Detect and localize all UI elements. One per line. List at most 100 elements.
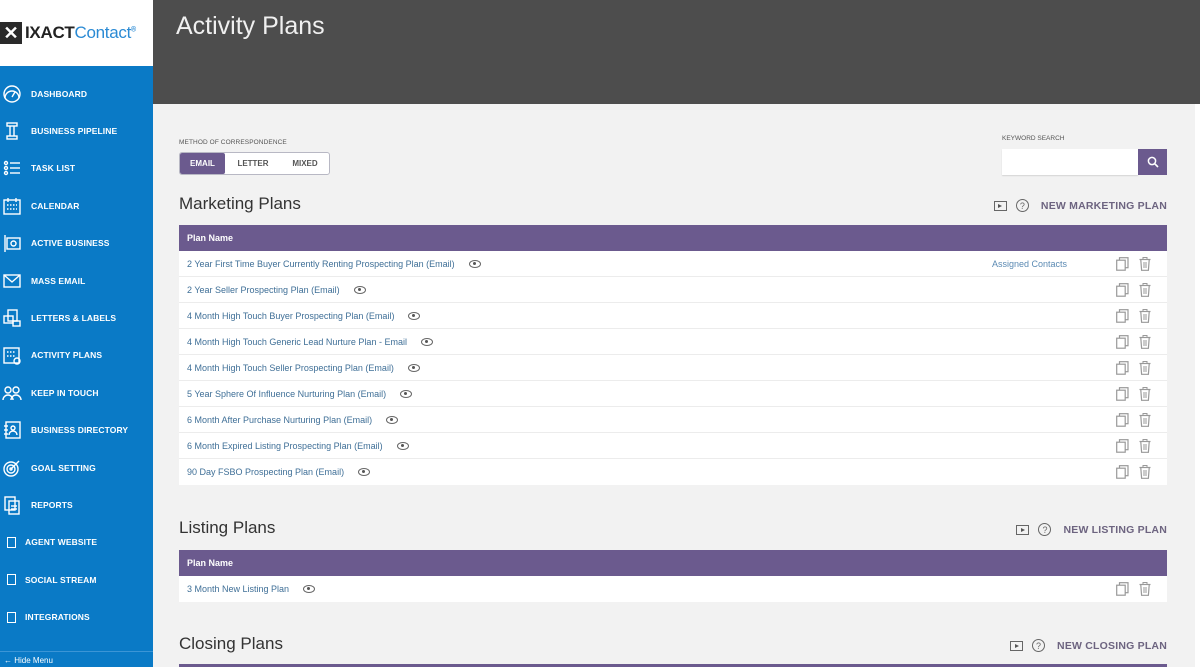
placeholder-icon: [3, 569, 19, 591]
table-row: 2 Year Seller Prospecting Plan (Email): [179, 277, 1167, 303]
reports-icon: [1, 494, 23, 516]
plan-name-link[interactable]: 3 Month New Listing Plan: [187, 584, 289, 594]
sidebar-item-label: ACTIVITY PLANS: [31, 350, 103, 361]
scrollbar[interactable]: [1195, 104, 1200, 667]
marketing-plans-title: Marketing Plans: [179, 194, 301, 213]
task-list-icon: [1, 157, 23, 179]
search-button[interactable]: [1138, 149, 1167, 175]
sidebar-item-activity-plans[interactable]: ACTIVITY PLANS: [0, 337, 153, 374]
sidebar-item-reports[interactable]: REPORTS: [0, 486, 153, 523]
trash-icon[interactable]: [1139, 439, 1151, 453]
method-label: METHOD OF CORRESPONDENCE: [179, 139, 287, 146]
sidebar-item-dashboard[interactable]: DASHBOARD: [0, 75, 153, 112]
eye-icon[interactable]: [303, 585, 316, 593]
logo[interactable]: ✕ IXACTContact®: [0, 0, 153, 66]
trash-icon[interactable]: [1139, 413, 1151, 427]
placeholder-icon: [3, 606, 19, 628]
logo-mark-icon: ✕: [0, 22, 22, 44]
sidebar-item-calendar[interactable]: CALENDAR: [0, 187, 153, 224]
plan-name-link[interactable]: 6 Month Expired Listing Prospecting Plan…: [187, 441, 383, 451]
eye-icon[interactable]: [468, 259, 481, 268]
sidebar-item-task-list[interactable]: TASK LIST: [0, 150, 153, 187]
trash-icon[interactable]: [1139, 387, 1151, 401]
target-icon: [1, 457, 23, 479]
eye-icon[interactable]: [408, 311, 421, 320]
help-icon[interactable]: ?: [1015, 199, 1029, 212]
plan-name-link[interactable]: 5 Year Sphere Of Influence Nurturing Pla…: [187, 389, 386, 399]
table-row: 4 Month High Touch Seller Prospecting Pl…: [179, 355, 1167, 381]
marketing-plans-table: Plan Name 2 Year First Time Buyer Curren…: [179, 225, 1167, 485]
new-marketing-plan-button[interactable]: NEW MARKETING PLAN: [1041, 200, 1167, 212]
trash-icon[interactable]: [1139, 309, 1151, 323]
copy-icon[interactable]: [1116, 257, 1129, 271]
sidebar-item-label: BUSINESS DIRECTORY: [31, 425, 129, 436]
table-row: 6 Month Expired Listing Prospecting Plan…: [179, 433, 1167, 459]
copy-icon[interactable]: [1116, 413, 1129, 427]
method-mixed-tab[interactable]: MIXED: [281, 153, 329, 174]
sidebar-item-label: ACTIVE BUSINESS: [31, 238, 110, 249]
method-email-tab[interactable]: EMAIL: [180, 153, 225, 174]
sidebar-item-letters-labels[interactable]: LETTERS & LABELS: [0, 299, 153, 336]
plan-name-link[interactable]: 2 Year Seller Prospecting Plan (Email): [187, 285, 340, 295]
sidebar-item-keep-in-touch[interactable]: KEEP IN TOUCH: [0, 374, 153, 411]
sidebar-item-goal-setting[interactable]: GOAL SETTING: [0, 449, 153, 486]
new-closing-plan-button[interactable]: NEW CLOSING PLAN: [1057, 640, 1167, 652]
copy-icon[interactable]: [1116, 283, 1129, 297]
eye-icon[interactable]: [353, 285, 366, 294]
eye-icon[interactable]: [400, 389, 413, 398]
copy-icon[interactable]: [1116, 387, 1129, 401]
eye-icon[interactable]: [420, 337, 433, 346]
sidebar-item-mass-email[interactable]: MASS EMAIL: [0, 262, 153, 299]
copy-icon[interactable]: [1116, 335, 1129, 349]
sidebar-item-label: MASS EMAIL: [31, 275, 86, 286]
keyword-search-input[interactable]: [1002, 149, 1138, 175]
assigned-contacts-link[interactable]: Assigned Contacts: [992, 259, 1067, 269]
closing-actions: ? NEW CLOSING PLAN: [1010, 639, 1167, 652]
sidebar-item-agent-website[interactable]: AGENT WEBSITE: [0, 524, 153, 561]
copy-icon[interactable]: [1116, 465, 1129, 479]
sidebar-item-business-pipeline[interactable]: BUSINESS PIPELINE: [0, 112, 153, 149]
eye-icon[interactable]: [358, 468, 371, 476]
plan-name-link[interactable]: 6 Month After Purchase Nurturing Plan (E…: [187, 415, 372, 425]
trash-icon[interactable]: [1139, 361, 1151, 375]
keyword-search-label: KEYWORD SEARCH: [1002, 135, 1065, 142]
plan-name-link[interactable]: 4 Month High Touch Generic Lead Nurture …: [187, 337, 407, 347]
sidebar-item-label: INTEGRATIONS: [25, 612, 90, 623]
sidebar-item-label: CALENDAR: [31, 200, 80, 211]
copy-icon[interactable]: [1116, 309, 1129, 323]
video-icon[interactable]: [993, 200, 1007, 211]
sidebar-item-integrations[interactable]: INTEGRATIONS: [0, 598, 153, 635]
eye-icon[interactable]: [407, 363, 420, 372]
trash-icon[interactable]: [1139, 582, 1151, 596]
sidebar-item-label: KEEP IN TOUCH: [31, 387, 99, 398]
eye-icon[interactable]: [386, 415, 399, 424]
hide-menu-button[interactable]: ← Hide Menu: [0, 651, 153, 667]
plan-name-link[interactable]: 4 Month High Touch Seller Prospecting Pl…: [187, 363, 394, 373]
video-icon[interactable]: [1016, 524, 1030, 535]
listing-plans-table: Plan Name 3 Month New Listing Plan: [179, 550, 1167, 602]
eye-icon[interactable]: [396, 441, 409, 450]
sidebar-item-active-business[interactable]: ACTIVE BUSINESS: [0, 225, 153, 262]
plan-name-link[interactable]: 4 Month High Touch Buyer Prospecting Pla…: [187, 311, 394, 321]
help-icon[interactable]: ?: [1038, 523, 1052, 536]
copy-icon[interactable]: [1116, 439, 1129, 453]
method-letter-tab[interactable]: LETTER: [225, 153, 281, 174]
copy-icon[interactable]: [1116, 361, 1129, 375]
trash-icon[interactable]: [1139, 335, 1151, 349]
listing-actions: ? NEW LISTING PLAN: [1016, 523, 1167, 536]
help-icon[interactable]: ?: [1032, 639, 1046, 652]
calendar-icon: [1, 195, 23, 217]
trash-icon[interactable]: [1139, 465, 1151, 479]
copy-icon[interactable]: [1116, 582, 1129, 596]
plan-name-link[interactable]: 90 Day FSBO Prospecting Plan (Email): [187, 467, 344, 477]
sidebar-item-label: REPORTS: [31, 499, 73, 510]
video-icon[interactable]: [1010, 640, 1024, 651]
trash-icon[interactable]: [1139, 257, 1151, 271]
plan-name-link[interactable]: 2 Year First Time Buyer Currently Rentin…: [187, 259, 455, 269]
directory-icon: [1, 419, 23, 441]
trash-icon[interactable]: [1139, 283, 1151, 297]
sidebar-item-social-stream[interactable]: SOCIAL STREAM: [0, 561, 153, 598]
new-listing-plan-button[interactable]: NEW LISTING PLAN: [1063, 524, 1167, 536]
pipeline-icon: [1, 120, 23, 142]
sidebar-item-business-directory[interactable]: BUSINESS DIRECTORY: [0, 412, 153, 449]
